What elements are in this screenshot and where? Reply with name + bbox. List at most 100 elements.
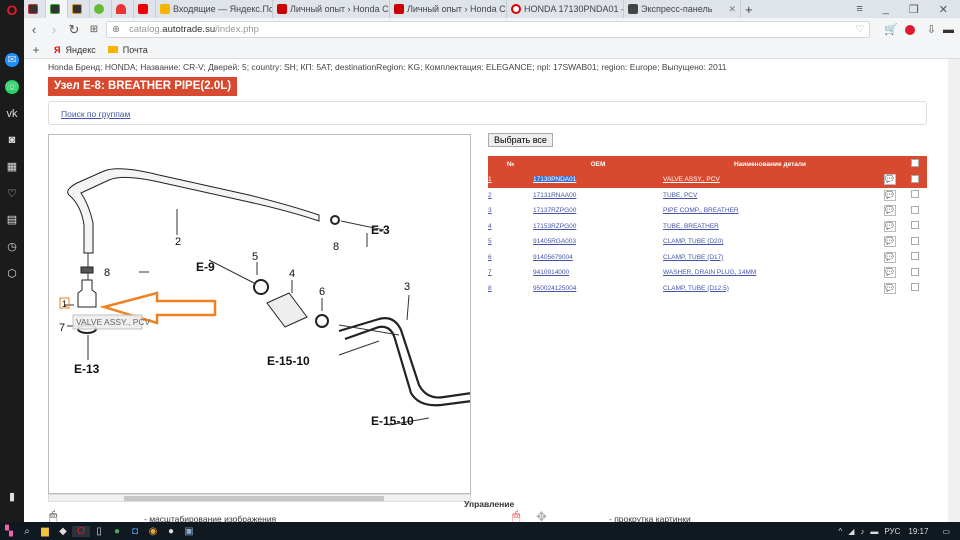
tab-pinned[interactable]: [24, 0, 46, 18]
minimize-icon[interactable]: _: [883, 3, 889, 16]
app-icon[interactable]: ▯: [90, 526, 108, 537]
tab-drive2[interactable]: Личный опыт › Honda CR-V✕: [390, 0, 507, 18]
row-number[interactable]: 3: [488, 203, 533, 219]
forward-icon[interactable]: ›: [44, 22, 64, 37]
add-bookmark-icon[interactable]: +: [24, 43, 48, 57]
restore-icon[interactable]: ❐: [909, 3, 919, 16]
select-all-button[interactable]: Выбрать все: [488, 133, 553, 147]
tab-pinned[interactable]: [134, 0, 156, 18]
close-window-icon[interactable]: ✕: [939, 3, 948, 16]
comment-icon[interactable]: 💬: [883, 251, 896, 263]
comment-icon[interactable]: 💬: [883, 174, 896, 186]
back-icon[interactable]: ‹: [24, 22, 44, 37]
select-all-checkbox[interactable]: [910, 159, 919, 167]
comment-icon[interactable]: 💬: [883, 189, 896, 201]
tab-honda[interactable]: HONDA 17130PNDA01 – ✕: [507, 0, 624, 18]
part-name-link[interactable]: CLAMP, TUBE (D20): [663, 234, 877, 250]
opera-icon[interactable]: O: [72, 525, 90, 537]
search-icon[interactable]: ⌕: [18, 526, 36, 537]
table-row[interactable]: 1 17130PNDA01 VALVE ASSY., PCV 💬: [488, 172, 927, 188]
news-icon[interactable]: ▤: [5, 213, 19, 227]
part-name-link[interactable]: PIPE COMP., BREATHER: [663, 203, 877, 219]
speed-dial-icon[interactable]: ▦: [5, 160, 19, 174]
row-checkbox[interactable]: [910, 205, 919, 214]
start-icon[interactable]: ▚: [0, 526, 18, 537]
tab-pinned[interactable]: [112, 0, 134, 18]
oem-link[interactable]: 17130PNDA01: [533, 172, 663, 188]
close-icon[interactable]: ✕: [724, 4, 736, 15]
oem-link[interactable]: 9410914000: [533, 265, 663, 281]
row-number[interactable]: 5: [488, 234, 533, 250]
page-vertical-scrollbar[interactable]: [948, 59, 960, 522]
heart-icon[interactable]: ♡: [855, 22, 864, 37]
row-checkbox[interactable]: [910, 190, 919, 199]
part-name-link[interactable]: TUBE, PCV: [663, 188, 877, 204]
download-icon[interactable]: ⇩: [927, 23, 936, 36]
part-name-link[interactable]: CLAMP, TUBE (D17): [663, 250, 877, 266]
oem-link[interactable]: 17153RZPG00: [533, 219, 663, 235]
row-checkbox[interactable]: [910, 236, 919, 245]
row-number[interactable]: 1: [488, 172, 533, 188]
comment-icon[interactable]: 💬: [883, 267, 896, 279]
messenger-icon[interactable]: ✉: [5, 53, 19, 67]
part-name-link[interactable]: TUBE, BREATHER: [663, 219, 877, 235]
heart-icon[interactable]: ♡: [5, 187, 19, 201]
bookmark-yandex[interactable]: Яндекс: [65, 45, 95, 55]
adblock-icon[interactable]: [905, 24, 915, 35]
table-row[interactable]: 2 17131RNAA00 TUBE, PCV 💬: [488, 188, 927, 204]
ref-e15-10[interactable]: E-15-10: [371, 414, 414, 428]
whatsapp-icon[interactable]: ☏: [5, 80, 19, 94]
row-checkbox[interactable]: [910, 174, 919, 183]
table-row[interactable]: 4 17153RZPG00 TUBE, BREATHER 💬: [488, 219, 927, 235]
camera-icon[interactable]: ◙: [5, 133, 19, 147]
row-checkbox[interactable]: [910, 267, 919, 276]
oem-link[interactable]: 17137RZPG00: [533, 203, 663, 219]
table-row[interactable]: 5 91405RGA003 CLAMP, TUBE (D20) 💬: [488, 234, 927, 250]
tab-pinned[interactable]: [68, 0, 90, 18]
sidebar-toggle-icon[interactable]: ▮: [5, 490, 19, 504]
ref-e15-10[interactable]: E-15-10: [267, 354, 310, 368]
reload-icon[interactable]: ↻: [64, 22, 84, 38]
tabs-grid-icon[interactable]: ⊞: [84, 24, 104, 35]
tab-speed-dial[interactable]: Экспресс-панель ✕: [624, 0, 741, 18]
url-input[interactable]: ⊕ catalog.autotrade.su/index.php ♡: [106, 21, 870, 38]
vk-icon[interactable]: vk: [5, 107, 19, 121]
battery-icon[interactable]: ▬: [943, 24, 954, 36]
app-icon[interactable]: ●: [162, 526, 180, 537]
app-icon[interactable]: ◘: [126, 526, 144, 537]
volume-icon[interactable]: ♪: [860, 527, 864, 536]
tab-drive2[interactable]: Личный опыт › Honda CR-V✕: [273, 0, 390, 18]
row-number[interactable]: 4: [488, 219, 533, 235]
part-name-link[interactable]: WASHER, DRAIN PLUG, 14MM: [663, 265, 877, 281]
table-row[interactable]: 6 91405679004 CLAMP, TUBE (D17) 💬: [488, 250, 927, 266]
cart-icon[interactable]: 🛒: [884, 23, 898, 36]
comment-icon[interactable]: 💬: [883, 282, 896, 294]
table-row[interactable]: 3 17137RZPG00 PIPE COMP., BREATHER 💬: [488, 203, 927, 219]
history-icon[interactable]: ◷: [5, 240, 19, 254]
tray-chevron-icon[interactable]: ^: [838, 527, 842, 536]
app-icon[interactable]: ▣: [180, 526, 198, 537]
oem-link[interactable]: 17131RNAA00: [533, 188, 663, 204]
row-number[interactable]: 6: [488, 250, 533, 266]
part-name-link[interactable]: VALVE ASSY., PCV: [663, 172, 877, 188]
parts-diagram[interactable]: 1 2 3 4 5 6 7 8 8 E-3 E-9 E-13 E-15-10 E…: [48, 134, 471, 494]
row-checkbox[interactable]: [910, 221, 919, 230]
group-search-link[interactable]: Поиск по группам: [61, 109, 130, 119]
row-number[interactable]: 2: [488, 188, 533, 204]
ref-e3[interactable]: E-3: [371, 223, 390, 237]
row-checkbox[interactable]: [910, 252, 919, 261]
tab-menu-icon[interactable]: ≡: [856, 3, 862, 16]
row-checkbox[interactable]: [910, 283, 919, 292]
row-number[interactable]: 7: [488, 265, 533, 281]
table-row[interactable]: 7 9410914000 WASHER, DRAIN PLUG, 14MM 💬: [488, 265, 927, 281]
new-tab-button[interactable]: +: [741, 0, 757, 18]
row-number[interactable]: 8: [488, 281, 533, 297]
tab-mail[interactable]: Входящие — Яндекс.Почта✕: [156, 0, 273, 18]
tab-pinned[interactable]: [46, 0, 68, 18]
oem-link[interactable]: 91405679004: [533, 250, 663, 266]
app-icon[interactable]: ◉: [144, 526, 162, 537]
notifications-icon[interactable]: ▭: [942, 527, 950, 536]
chrome-icon[interactable]: ●: [108, 526, 126, 537]
comment-icon[interactable]: 💬: [883, 220, 896, 232]
part-name-link[interactable]: CLAMP, TUBE (D12.5): [663, 281, 877, 297]
